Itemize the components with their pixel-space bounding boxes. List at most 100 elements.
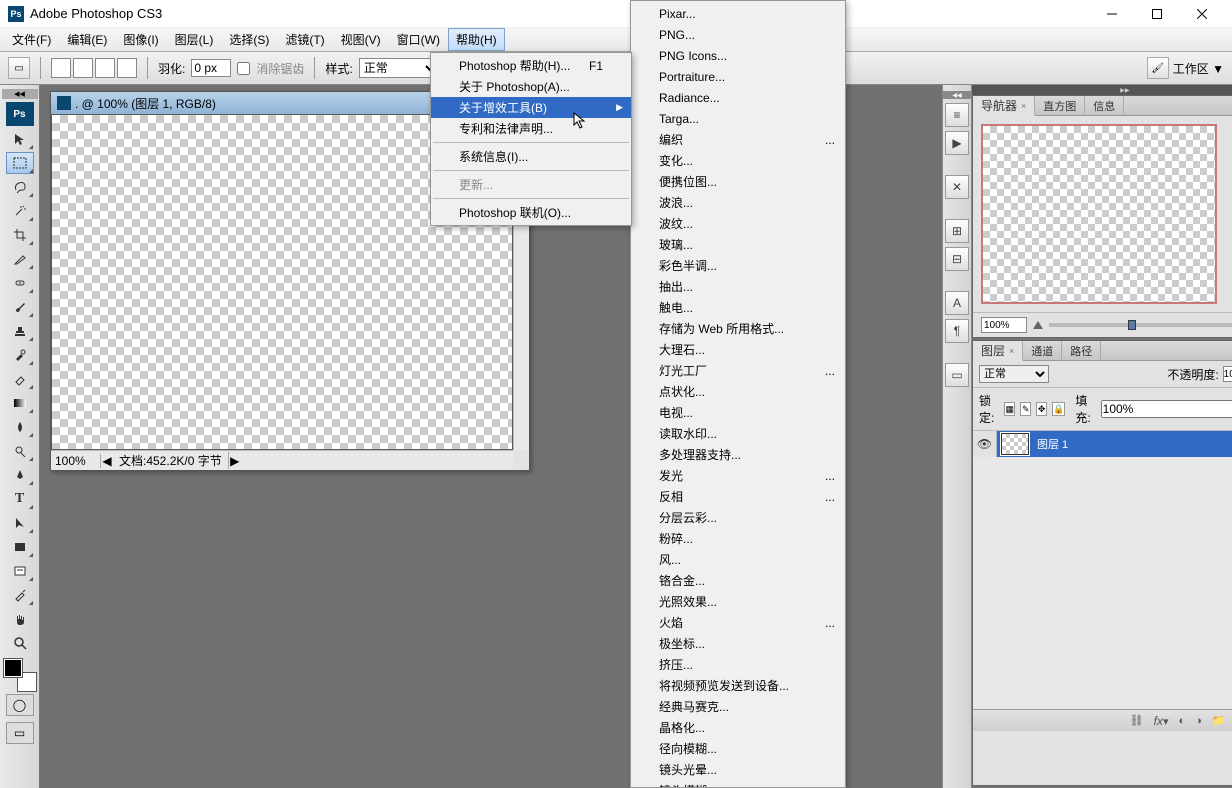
plugin-menu-item[interactable]: 点状化... xyxy=(631,381,845,402)
lock-move-icon[interactable]: ✥ xyxy=(1036,402,1047,416)
plugin-menu-item[interactable]: 发光... xyxy=(631,465,845,486)
layer-thumb[interactable] xyxy=(1001,433,1029,455)
feather-input[interactable] xyxy=(191,59,231,77)
navigator-thumb[interactable] xyxy=(981,124,1217,304)
strip-icon-5[interactable]: ⊟ xyxy=(945,247,969,271)
strip-icon-1[interactable]: ≡ xyxy=(945,103,969,127)
minimize-button[interactable] xyxy=(1089,0,1134,28)
plugin-menu-item[interactable]: 镜头模糊... xyxy=(631,780,845,788)
type-tool[interactable]: T xyxy=(6,488,34,510)
path-select-tool[interactable] xyxy=(6,512,34,534)
plugin-menu-item[interactable]: Portraiture... xyxy=(631,66,845,87)
pen-tool[interactable] xyxy=(6,464,34,486)
help-menu-item[interactable]: 更新... xyxy=(431,174,631,195)
workspace-label[interactable]: 工作区 ▼ xyxy=(1173,60,1224,77)
plugin-menu-item[interactable]: 抽出... xyxy=(631,276,845,297)
tab-paths[interactable]: 路径 xyxy=(1062,341,1101,360)
plugin-menu-item[interactable]: 经典马赛克... xyxy=(631,696,845,717)
fill-input[interactable] xyxy=(1101,400,1232,418)
close-button[interactable] xyxy=(1179,0,1224,28)
strip-collapse[interactable]: ◀◀ xyxy=(943,91,971,99)
slice-tool[interactable] xyxy=(6,248,34,270)
dodge-tool[interactable] xyxy=(6,440,34,462)
help-menu-item[interactable]: 关于 Photoshop(A)... xyxy=(431,76,631,97)
plugin-menu-item[interactable]: 铬合金... xyxy=(631,570,845,591)
sel-sub-icon[interactable] xyxy=(95,58,115,78)
menu-select[interactable]: 选择(S) xyxy=(221,28,277,51)
info-menu[interactable]: ▶ xyxy=(229,454,241,468)
layer-row[interactable]: 👁 图层 1 xyxy=(973,431,1232,457)
plugin-menu-item[interactable]: 便携位图... xyxy=(631,171,845,192)
layer-name[interactable]: 图层 1 xyxy=(1033,436,1068,452)
nav-zoom-input[interactable] xyxy=(981,317,1027,333)
style-select[interactable]: 正常 xyxy=(359,58,439,78)
menu-filter[interactable]: 滤镜(T) xyxy=(277,28,332,51)
tab-navigator[interactable]: 导航器× xyxy=(973,96,1035,116)
quickmask-button[interactable]: ◯ xyxy=(6,694,34,716)
menu-image[interactable]: 图像(I) xyxy=(115,28,166,51)
mask-icon[interactable]: ◐ xyxy=(1178,715,1185,727)
plugin-menu-item[interactable]: 将视频预览发送到设备... xyxy=(631,675,845,696)
plugin-menu-item[interactable]: 分层云彩... xyxy=(631,507,845,528)
ps-logo-icon[interactable]: Ps xyxy=(6,102,34,126)
color-swatches[interactable] xyxy=(4,659,36,691)
strip-icon-6[interactable]: A xyxy=(945,291,969,315)
help-menu-item[interactable]: Photoshop 联机(O)... xyxy=(431,202,631,223)
plugin-menu-item[interactable]: 变化... xyxy=(631,150,845,171)
plugin-menu-item[interactable]: 彩色半调... xyxy=(631,255,845,276)
eyedropper-tool[interactable] xyxy=(6,584,34,606)
plugin-menu-item[interactable]: 反相... xyxy=(631,486,845,507)
gradient-tool[interactable] xyxy=(6,392,34,414)
zoom-slider[interactable] xyxy=(1049,323,1232,327)
plugin-menu-item[interactable]: 火焰... xyxy=(631,612,845,633)
plugin-menu-item[interactable]: 读取水印... xyxy=(631,423,845,444)
plugin-menu-item[interactable]: Targa... xyxy=(631,108,845,129)
maximize-button[interactable] xyxy=(1134,0,1179,28)
help-menu-item[interactable]: Photoshop 帮助(H)...F1 xyxy=(431,55,631,76)
brush-palette-icon[interactable]: 🖌 xyxy=(1147,57,1169,79)
menu-file[interactable]: 文件(F) xyxy=(4,28,59,51)
hand-tool[interactable] xyxy=(6,608,34,630)
help-menu-item[interactable]: 专利和法律声明... xyxy=(431,118,631,139)
stamp-tool[interactable] xyxy=(6,320,34,342)
crop-tool[interactable] xyxy=(6,224,34,246)
plugin-menu-item[interactable]: PNG... xyxy=(631,24,845,45)
plugin-menu-item[interactable]: Radiance... xyxy=(631,87,845,108)
tab-channels[interactable]: 通道 xyxy=(1023,341,1062,360)
toolbox-collapse[interactable]: ◀◀ xyxy=(2,89,38,99)
screenmode-button[interactable]: ▭ xyxy=(6,722,34,744)
move-tool[interactable] xyxy=(6,128,34,150)
plugin-menu-item[interactable]: 极坐标... xyxy=(631,633,845,654)
zoom-field[interactable]: 100% xyxy=(51,454,101,468)
plugin-menu-item[interactable]: Pixar... xyxy=(631,3,845,24)
strip-icon-8[interactable]: ▭ xyxy=(945,363,969,387)
plugin-menu-item[interactable]: 光照效果... xyxy=(631,591,845,612)
plugin-menu-item[interactable]: 玻璃... xyxy=(631,234,845,255)
help-menu-item[interactable]: 关于增效工具(B)▶ xyxy=(431,97,631,118)
plugin-menu-item[interactable]: 大理石... xyxy=(631,339,845,360)
fx-icon[interactable]: fx▾ xyxy=(1154,714,1169,728)
sel-add-icon[interactable] xyxy=(73,58,93,78)
plugin-menu-item[interactable]: 晶格化... xyxy=(631,717,845,738)
plugin-menu-item[interactable]: 波浪... xyxy=(631,192,845,213)
plugin-menu-item[interactable]: PNG Icons... xyxy=(631,45,845,66)
group-icon[interactable]: 📁 xyxy=(1212,714,1226,727)
strip-icon-4[interactable]: ⊞ xyxy=(945,219,969,243)
strip-icon-2[interactable]: ▶ xyxy=(945,131,969,155)
plugin-menu-item[interactable]: 镜头光晕... xyxy=(631,759,845,780)
scroll-left[interactable]: ◀ xyxy=(101,454,113,468)
adjust-icon[interactable]: ◑ xyxy=(1195,715,1202,727)
heal-tool[interactable] xyxy=(6,272,34,294)
plugin-menu-item[interactable]: 径向模糊... xyxy=(631,738,845,759)
menu-layer[interactable]: 图层(L) xyxy=(167,28,222,51)
sel-new-icon[interactable] xyxy=(51,58,71,78)
lasso-tool[interactable] xyxy=(6,176,34,198)
plugin-menu-item[interactable]: 触电... xyxy=(631,297,845,318)
tab-info[interactable]: 信息 xyxy=(1085,96,1124,115)
notes-tool[interactable] xyxy=(6,560,34,582)
help-menu-item[interactable]: 系统信息(I)... xyxy=(431,146,631,167)
sel-intersect-icon[interactable] xyxy=(117,58,137,78)
menu-help[interactable]: 帮助(H) xyxy=(448,28,505,51)
marquee-tool[interactable] xyxy=(6,152,34,174)
menu-view[interactable]: 视图(V) xyxy=(333,28,389,51)
